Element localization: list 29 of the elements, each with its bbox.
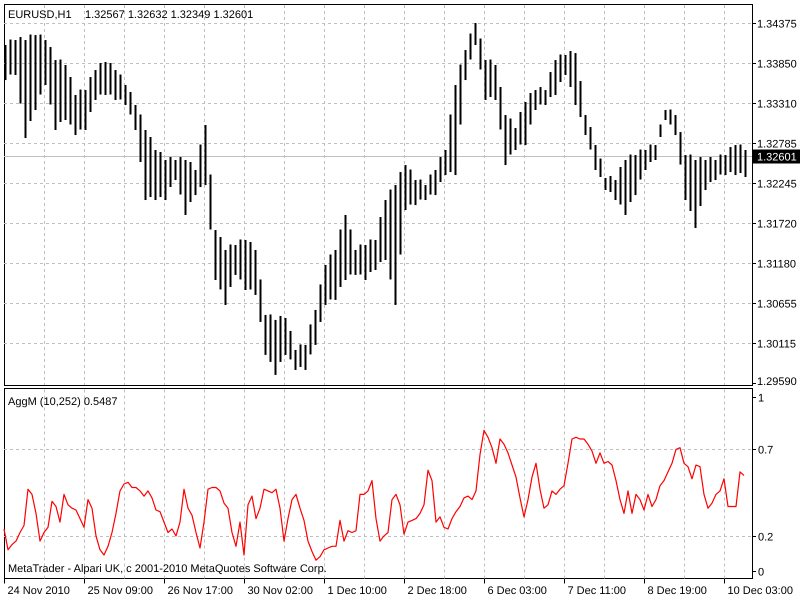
copyright-notice: MetaTrader - Alpari UK, c 2001-2010 MetaQuotes Software Corp. xyxy=(8,563,327,575)
indicator-legend: AggM (10,252) 0.5487 xyxy=(8,396,118,408)
time-label: 6 Dec 03:00 xyxy=(488,585,547,597)
current-price-label: 1.32601 xyxy=(753,150,800,164)
value-label: 1 xyxy=(758,392,764,404)
time-label: 25 Nov 09:00 xyxy=(88,585,153,597)
time-label: 26 Nov 17:00 xyxy=(168,585,233,597)
time-label: 24 Nov 2010 xyxy=(8,585,70,597)
price-label: 1.33850 xyxy=(757,58,797,70)
price-label: 1.30115 xyxy=(757,338,796,350)
time-label: 8 Dec 19:00 xyxy=(648,585,707,597)
time-label: 2 Dec 18:00 xyxy=(408,585,467,597)
time-label: 30 Nov 02:00 xyxy=(248,585,313,597)
time-label: 1 Dec 10:00 xyxy=(328,585,387,597)
price-label: 1.29590 xyxy=(757,376,797,388)
value-label: 0.7 xyxy=(758,444,774,456)
value-label: 0.2 xyxy=(758,532,774,544)
value-label: 0 xyxy=(758,566,764,578)
price-label: 1.31180 xyxy=(757,258,796,270)
price-label: 1.34375 xyxy=(757,18,797,30)
price-label: 1.32245 xyxy=(757,178,797,190)
chart-symbol: EURUSD,H1 xyxy=(8,9,72,21)
price-label: 1.31720 xyxy=(757,218,797,230)
price-label: 1.33310 xyxy=(757,98,797,110)
price-label: 1.32785 xyxy=(757,138,797,150)
ohlc-values: 1.32567 1.32632 1.32349 1.32601 xyxy=(85,9,254,21)
time-label: 10 Dec 03:00 xyxy=(728,585,793,597)
time-label: 7 Dec 11:00 xyxy=(568,585,626,597)
price-label: 1.30655 xyxy=(757,298,797,310)
